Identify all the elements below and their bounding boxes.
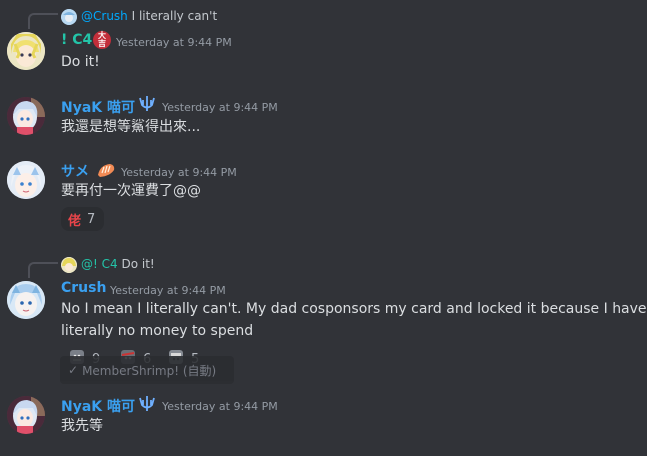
message-content-line-1: No I mean I literally can't. My dad cosp… — [61, 301, 647, 317]
avatar[interactable] — [7, 281, 45, 319]
lao-character-icon: 佬 — [68, 213, 82, 229]
message-content: Do it! — [61, 54, 100, 70]
reply-mention[interactable]: @! C4 — [81, 257, 118, 271]
message-content-line-2: literally no money to spend — [61, 323, 254, 339]
reply-preview[interactable]: @Crush I literally can't — [81, 9, 217, 23]
trident-icon — [138, 95, 156, 113]
reply-text: Do it! — [121, 257, 155, 271]
reply-preview[interactable]: @! C4 Do it! — [81, 257, 155, 271]
shrimp-icon — [96, 161, 116, 179]
timestamp: Yesterday at 9:44 PM — [121, 166, 237, 179]
avatar[interactable] — [7, 32, 45, 70]
reply-connector — [28, 262, 58, 278]
daikichi-icon: 大吉 — [93, 31, 111, 49]
timestamp: Yesterday at 9:44 PM — [162, 101, 278, 114]
reply-mention[interactable]: @Crush — [81, 9, 128, 23]
author-name[interactable]: ! C4 — [61, 32, 92, 48]
author-name[interactable]: NyaK 喵可 — [61, 97, 135, 117]
avatar[interactable] — [7, 97, 45, 135]
reaction-tooltip: ✓ MemberShrimp! (自動) — [60, 356, 234, 384]
timestamp: Yesterday at 9:44 PM — [110, 284, 226, 297]
author-name[interactable]: サメ — [61, 161, 89, 181]
timestamp: Yesterday at 9:44 PM — [162, 400, 278, 413]
message-content: 我先等 — [61, 418, 103, 434]
avatar[interactable] — [7, 396, 45, 434]
tooltip-label: MemberShrimp! (自動) — [82, 363, 217, 378]
reaction-count: 7 — [87, 211, 96, 227]
reply-connector — [28, 13, 58, 29]
message-content: 要再付一次運費了@@ — [61, 183, 201, 199]
check-icon: ✓ — [68, 363, 79, 377]
timestamp: Yesterday at 9:44 PM — [116, 36, 232, 49]
reaction[interactable]: 佬 7 — [61, 207, 104, 231]
trident-icon — [138, 395, 156, 413]
author-name[interactable]: Crush — [61, 280, 106, 296]
message-content: 我還是想等鯊得出來... — [61, 119, 201, 135]
c4-avatar-icon[interactable] — [61, 257, 77, 273]
avatar[interactable] — [7, 161, 45, 199]
author-name[interactable]: NyaK 喵可 — [61, 396, 135, 416]
reply-text: I literally can't — [131, 9, 218, 23]
crush-avatar-icon[interactable] — [61, 9, 77, 25]
